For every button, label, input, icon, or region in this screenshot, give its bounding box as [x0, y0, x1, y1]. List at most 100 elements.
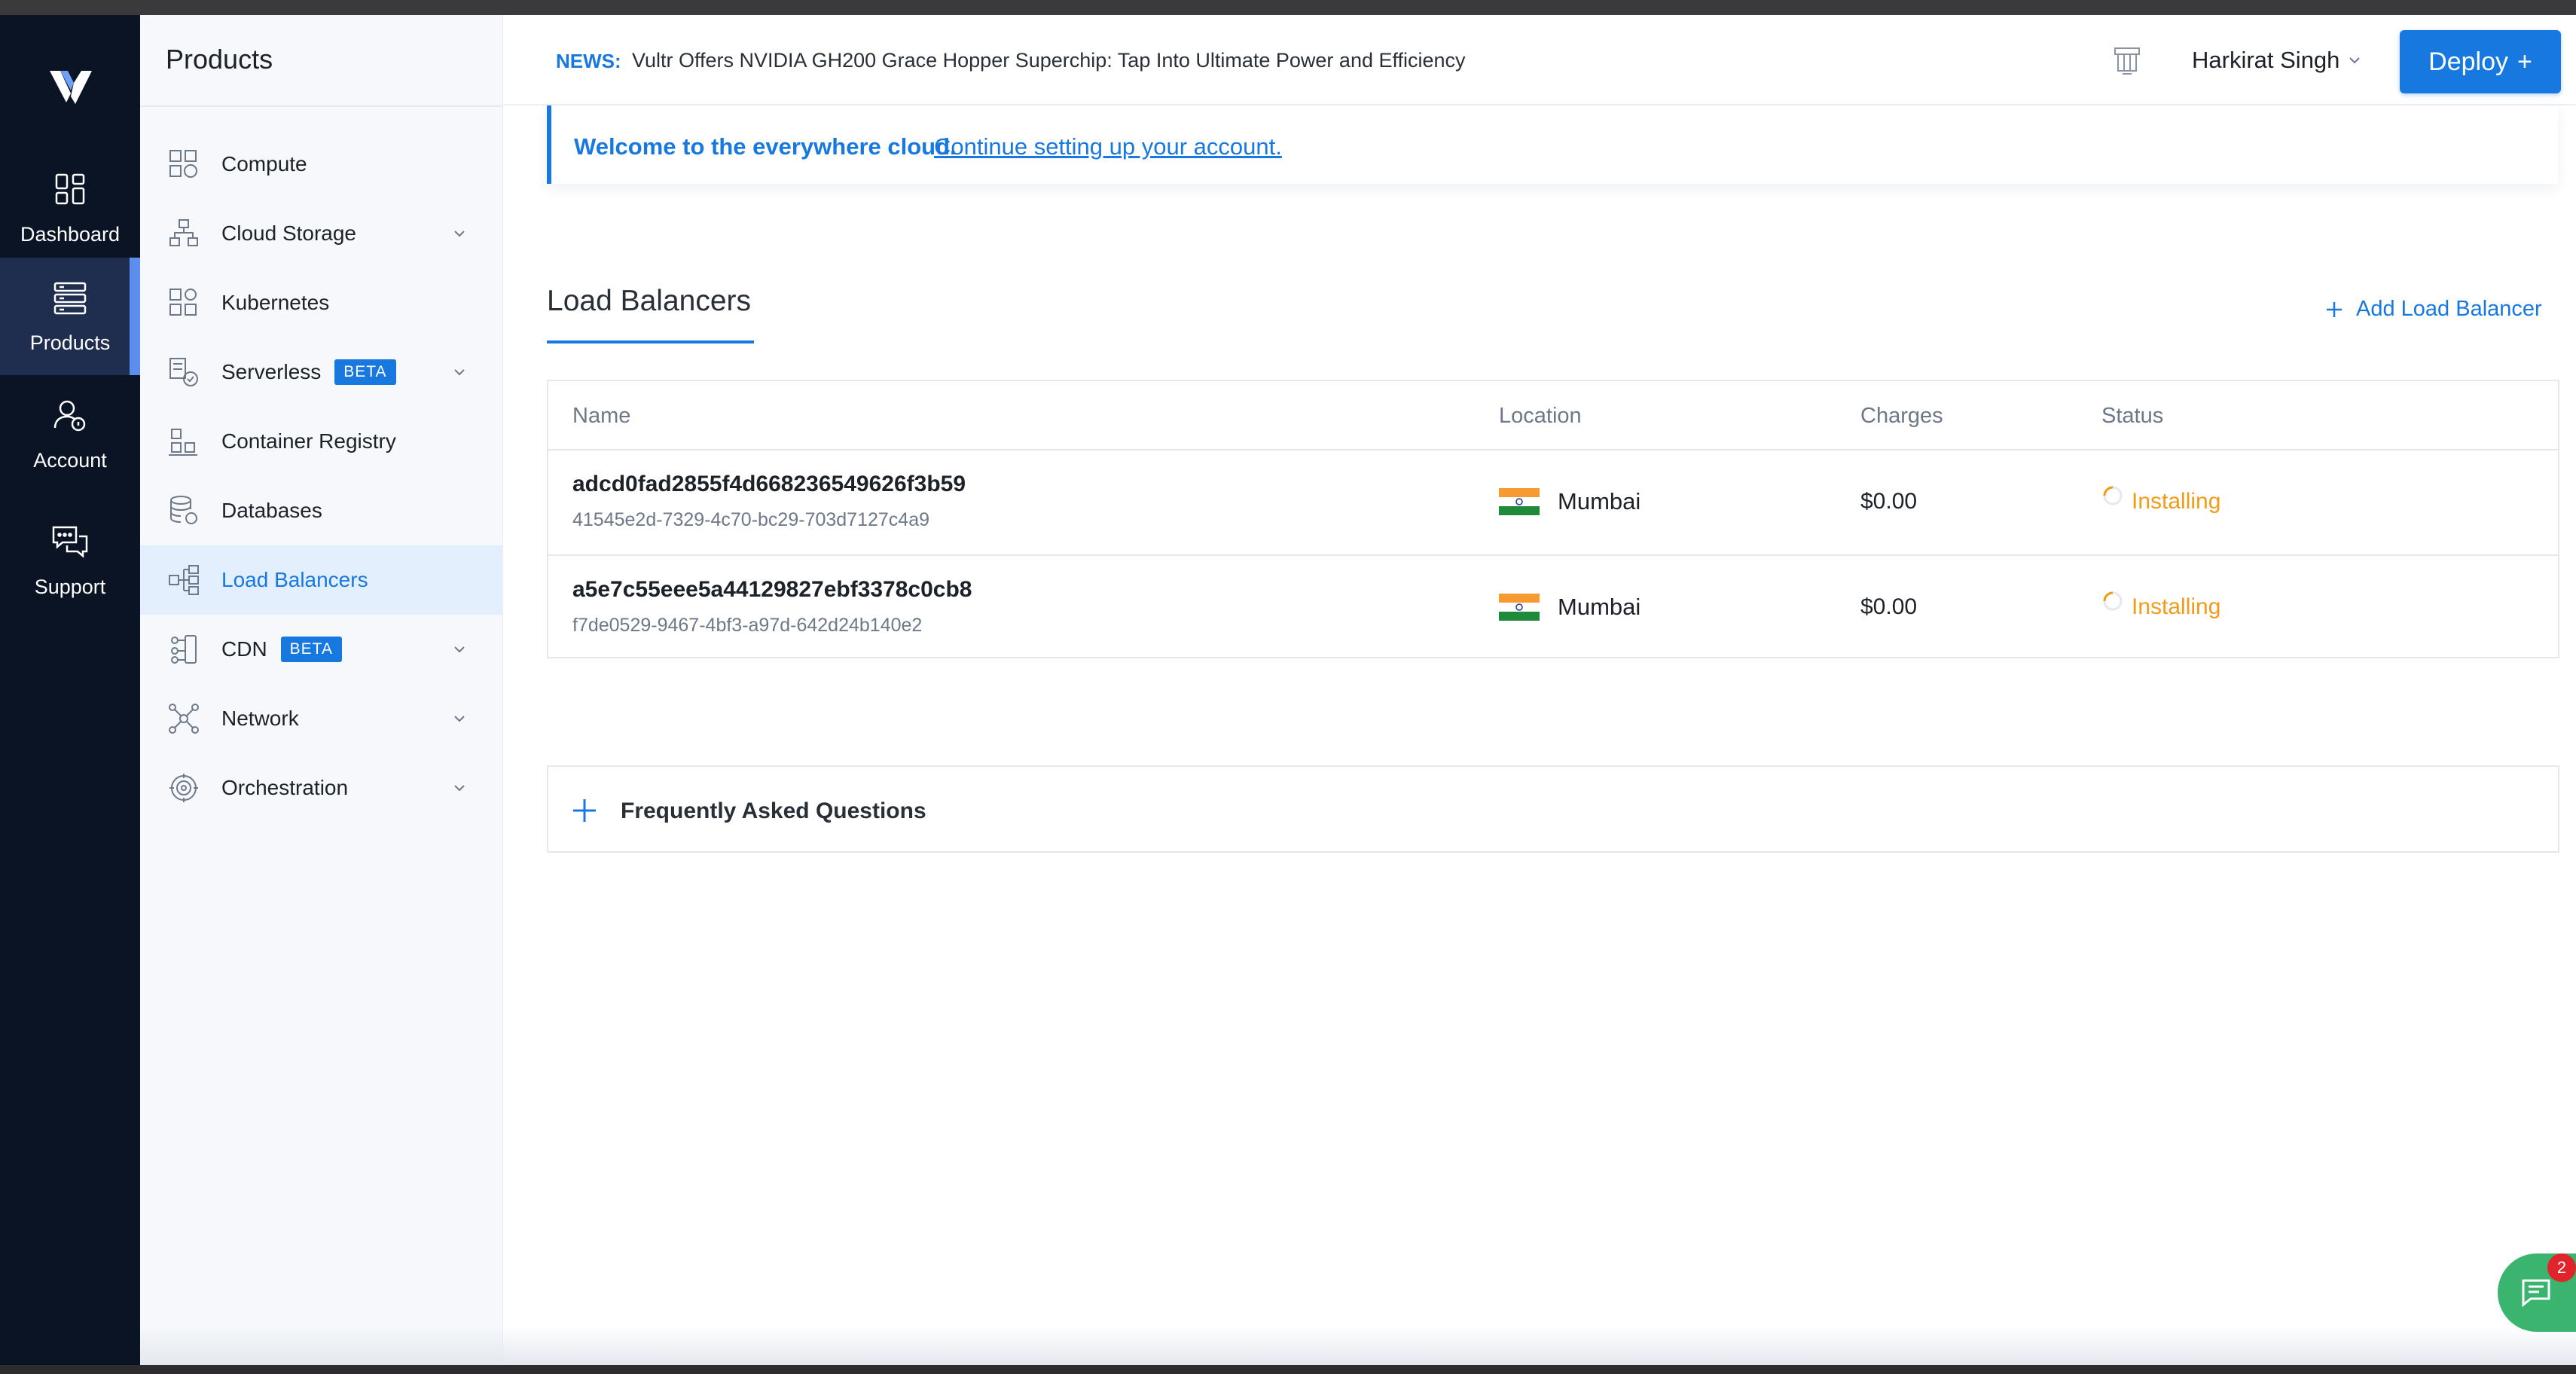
sidebar-item-compute[interactable]: Compute: [140, 130, 503, 199]
chevron-down-icon[interactable]: [452, 780, 467, 795]
vultr-logo-icon[interactable]: [44, 60, 98, 114]
chevron-down-icon[interactable]: [452, 711, 467, 726]
sidebar-item-label: CDN: [221, 637, 267, 661]
news-link[interactable]: Vultr Offers NVIDIA GH200 Grace Hopper S…: [632, 49, 1466, 72]
rail-item-dashboard[interactable]: Dashboard: [0, 149, 140, 267]
add-load-balancer-button[interactable]: Add Load Balancer: [2324, 297, 2542, 322]
compute-icon: [169, 150, 197, 178]
top-header: NEWS: Vultr Offers NVIDIA GH200 Grace Ho…: [503, 15, 2576, 105]
charges-value: $0.00: [1860, 489, 1918, 514]
table-row[interactable]: adcd0fad2855f4d668236549626f3b59 41545e2…: [548, 450, 2558, 554]
sidebar-item-label: Container Registry: [221, 429, 396, 453]
sidebar-item-label: Kubernetes: [221, 291, 330, 314]
user-menu[interactable]: Harkirat Singh: [2192, 47, 2339, 74]
sidebar-item-label: Databases: [221, 499, 322, 522]
sidebar-item-label: Serverless: [221, 360, 322, 383]
window-bottom-bar: [0, 1365, 2576, 1374]
bottom-fade: [140, 1326, 2576, 1365]
user-lock-icon: [53, 400, 86, 432]
chevron-down-icon[interactable]: [452, 642, 467, 657]
plus-icon: [573, 799, 596, 822]
sidebar-item-container-registry[interactable]: Container Registry: [140, 407, 503, 476]
column-header-location: Location: [1499, 404, 1582, 428]
india-flag-icon: [1499, 488, 1540, 515]
faq-accordion[interactable]: Frequently Asked Questions: [547, 765, 2559, 853]
chat-icon: [2522, 1279, 2550, 1308]
dashboard-icon: [55, 173, 85, 205]
rail-item-support[interactable]: Support: [0, 502, 140, 619]
sidebar-item-serverless[interactable]: Serverless BETA: [140, 337, 503, 407]
title-underline: [547, 340, 754, 344]
cdn-icon: [171, 635, 197, 664]
chevron-down-icon[interactable]: [2347, 53, 2362, 68]
sidebar-item-kubernetes[interactable]: Kubernetes: [140, 268, 503, 337]
location-value: Mumbai: [1558, 594, 1641, 620]
sidebar-divider: [140, 105, 503, 107]
welcome-heading: Welcome to the everywhere cloud.: [574, 133, 957, 160]
plus-icon: +: [2516, 47, 2532, 76]
table-row[interactable]: a5e7c55eee5a44129827ebf3378c0cb8 f7de052…: [548, 554, 2558, 658]
cloud-storage-icon: [169, 219, 198, 246]
beta-badge: BETA: [280, 637, 342, 662]
chat-bubbles-icon: [52, 526, 88, 558]
loading-spinner-icon: [2103, 591, 2123, 611]
charges-value: $0.00: [1860, 594, 1918, 619]
deploy-button-label: Deploy: [2428, 47, 2508, 76]
add-load-balancer-label: Add Load Balancer: [2356, 297, 2542, 321]
account-setup-link[interactable]: Continue setting up your account.: [934, 133, 1282, 160]
news-label: NEWS:: [556, 50, 621, 72]
server-stack-icon: [53, 282, 87, 315]
status-badge: Installing: [2132, 594, 2221, 619]
sidebar-item-network[interactable]: Network: [140, 684, 503, 753]
kubernetes-icon: [169, 289, 197, 316]
load-balancer-name[interactable]: a5e7c55eee5a44129827ebf3378c0cb8: [572, 577, 972, 603]
sidebar-item-orchestration[interactable]: Orchestration: [140, 753, 503, 823]
faq-label: Frequently Asked Questions: [621, 798, 926, 823]
load-balancer-icon: [169, 565, 199, 595]
chevron-down-icon[interactable]: [452, 365, 467, 380]
sidebar-item-databases[interactable]: Databases: [140, 476, 503, 545]
sidebar-item-label: Network: [221, 707, 299, 730]
sidebar-title: Products: [166, 44, 273, 75]
load-balancers-table: Name Location Charges Status adcd0fad285…: [547, 380, 2559, 658]
sidebar-item-label: Load Balancers: [221, 568, 368, 591]
rail-item-products[interactable]: Products: [0, 258, 140, 375]
column-header-name: Name: [572, 404, 631, 428]
status-badge: Installing: [2132, 489, 2221, 514]
orchestration-icon: [169, 774, 198, 802]
sidebar-item-label: Orchestration: [221, 776, 349, 799]
promo-gift-icon[interactable]: [2111, 44, 2144, 77]
products-sidebar: Products Compute Cloud Storage Kubernete…: [140, 15, 503, 1365]
chevron-down-icon[interactable]: [452, 226, 467, 241]
welcome-banner: Welcome to the everywhere cloud. Continu…: [547, 105, 2558, 184]
sidebar-item-cloud-storage[interactable]: Cloud Storage: [140, 199, 503, 268]
table-header: Name Location Charges Status: [548, 381, 2558, 450]
sidebar-item-label: Compute: [221, 152, 307, 176]
plus-icon: [2327, 301, 2342, 317]
rail-item-account[interactable]: Account: [0, 375, 140, 493]
primary-nav-rail: Dashboard Products Account Support: [0, 15, 140, 1365]
sidebar-item-load-balancers[interactable]: Load Balancers: [140, 545, 503, 615]
location-value: Mumbai: [1558, 488, 1641, 514]
load-balancer-id: 41545e2d-7329-4c70-bc29-703d7127c4a9: [572, 509, 930, 530]
page-title: Load Balancers: [547, 285, 752, 317]
loading-spinner-icon: [2103, 486, 2123, 505]
serverless-icon: [169, 358, 198, 386]
notification-count-badge: 2: [2547, 1253, 2576, 1282]
network-icon: [169, 704, 199, 734]
rail-item-label: Support: [34, 576, 106, 598]
container-registry-icon: [169, 429, 197, 456]
rail-item-label: Account: [33, 449, 107, 472]
column-header-status: Status: [2101, 404, 2164, 428]
rail-item-label: Products: [29, 331, 111, 354]
deploy-button[interactable]: Deploy +: [2400, 30, 2561, 93]
database-icon: [170, 496, 197, 524]
window-top-bar: [0, 0, 2576, 15]
rail-item-label: Dashboard: [20, 223, 121, 246]
column-header-charges: Charges: [1860, 404, 1943, 428]
load-balancer-name[interactable]: adcd0fad2855f4d668236549626f3b59: [572, 472, 966, 497]
sidebar-item-cdn[interactable]: CDN BETA: [140, 615, 503, 684]
india-flag-icon: [1499, 594, 1540, 621]
sidebar-item-label: Cloud Storage: [221, 221, 357, 245]
load-balancer-id: f7de0529-9467-4bf3-a97d-642d24b140e2: [572, 615, 923, 636]
